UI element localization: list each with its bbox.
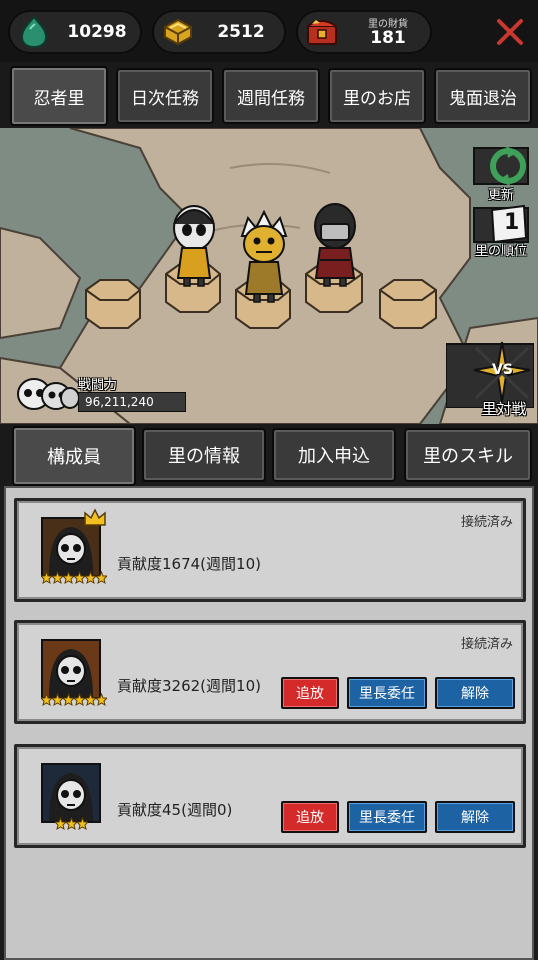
refresh-button[interactable]: 更新: [468, 140, 534, 210]
gold-counter: 2512: [152, 10, 286, 54]
gold-value: 2512: [217, 22, 265, 42]
delegate-leader-button[interactable]: 里長委任: [347, 677, 427, 709]
rank-stars: [41, 693, 107, 707]
member-card: 接続済み 貢献度1674(週間10): [14, 498, 526, 602]
gold-icon: [160, 14, 196, 50]
tab-village-shop[interactable]: 里のお店: [328, 68, 426, 124]
versus-label: 里対戦: [481, 400, 527, 418]
kick-button[interactable]: 追放: [281, 677, 339, 709]
gem-icon: [16, 14, 52, 50]
combat-power-value: 96,211,240: [78, 392, 186, 412]
delegate-leader-button[interactable]: 里長委任: [347, 801, 427, 833]
close-button[interactable]: [490, 12, 530, 52]
currency-bar: 10298 2512 里の財貨 181: [0, 0, 538, 62]
connection-status: 接続済み: [460, 637, 513, 652]
subtab-village-skills[interactable]: 里のスキル: [404, 428, 532, 482]
refresh-label: 更新: [487, 188, 514, 203]
village-sub-tab-bar: 構成員 里の情報 加入申込 里のスキル: [0, 424, 538, 486]
skull-icon: [43, 519, 99, 575]
versus-badge: VS: [492, 362, 513, 378]
member-list: 接続済み 貢献度1674(週間10) 接続済み 貢献度3262(週間10) 追放…: [4, 486, 534, 960]
treasure-chest-icon: [302, 12, 342, 52]
subtab-village-info[interactable]: 里の情報: [142, 428, 266, 482]
star-icon: [41, 693, 107, 707]
village-versus-button[interactable]: VS 里対戦: [445, 340, 535, 424]
village-map: 更新 1 里の順位 VS 里対戦 戦闘力 96,211,240: [0, 128, 538, 424]
tab-oni-hunt[interactable]: 鬼面退治: [434, 68, 532, 124]
skull-icon: [10, 372, 80, 418]
tab-weekly-missions[interactable]: 週間任務: [222, 68, 320, 124]
gem-value: 10298: [67, 22, 127, 42]
contribution-text: 貢献度3262(週間10): [117, 677, 261, 695]
tab-ninja-village[interactable]: 忍者里: [10, 66, 108, 126]
rank-number: 1: [504, 210, 520, 235]
connection-status: 接続済み: [460, 515, 513, 530]
combat-power-label: 戦闘力: [78, 378, 118, 393]
avatar: [41, 763, 101, 823]
contribution-text: 貢献度45(週間0): [117, 801, 233, 819]
village-rank-button[interactable]: 1 里の順位: [468, 204, 534, 264]
gem-counter: 10298: [8, 10, 142, 54]
crown-icon: [83, 507, 107, 527]
rank-label: 里の順位: [474, 244, 527, 259]
avatar: [41, 639, 101, 699]
subtab-join-requests[interactable]: 加入申込: [272, 428, 396, 482]
subtab-members[interactable]: 構成員: [12, 426, 136, 486]
village-wealth-counter: 里の財貨 181: [296, 10, 432, 54]
close-icon: [497, 19, 523, 45]
star-icon: [55, 817, 88, 831]
kick-button[interactable]: 追放: [281, 801, 339, 833]
rank-stars: [41, 571, 107, 585]
member-card: 貢献度45(週間0) 追放 里長委任 解除: [14, 744, 526, 848]
rank-icon: [473, 204, 529, 244]
rank-stars: [55, 817, 88, 831]
skull-icon: [43, 641, 99, 697]
skull-icon: [43, 765, 99, 821]
contribution-text: 貢献度1674(週間10): [117, 555, 261, 573]
member-card: 接続済み 貢献度3262(週間10) 追放 里長委任 解除: [14, 620, 526, 724]
tab-daily-missions[interactable]: 日次任務: [116, 68, 214, 124]
star-icon: [41, 571, 107, 585]
village-wealth-value: 181: [370, 28, 406, 48]
dismiss-button[interactable]: 解除: [435, 801, 515, 833]
main-tab-bar: 忍者里 日次任務 週間任務 里のお店 鬼面退治: [0, 62, 538, 128]
dismiss-button[interactable]: 解除: [435, 677, 515, 709]
